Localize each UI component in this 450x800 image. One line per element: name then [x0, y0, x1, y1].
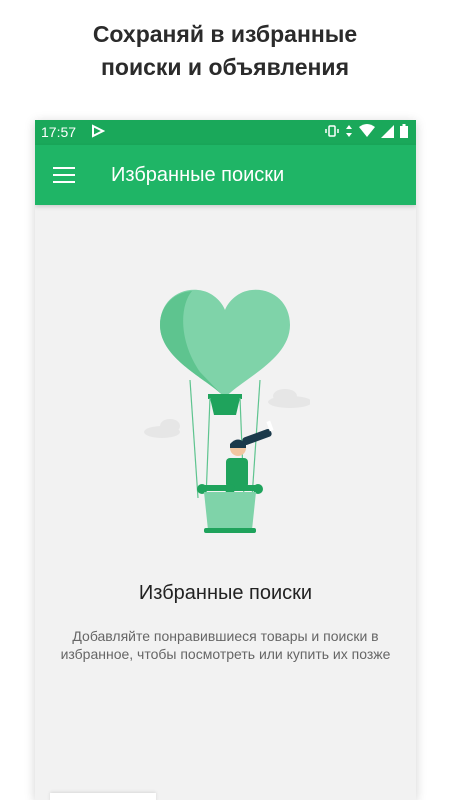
empty-state-description: Добавляйте понравившиеся товары и поиски… — [60, 628, 391, 662]
app-bar-title: Избранные поиски — [111, 164, 285, 186]
data-arrows-icon — [345, 124, 353, 141]
menu-icon[interactable] — [53, 167, 75, 183]
phone-screen: 17:57 Избранные поиски Избранные поиски … — [35, 120, 416, 800]
status-time: 17:57 — [41, 124, 77, 140]
promo-header: Сохраняй в избранные поиски и объявления — [0, 18, 450, 84]
heart-balloon-icon — [160, 289, 290, 415]
bottom-card-edge — [50, 793, 156, 800]
promo-line-1: Сохраняй в избранные — [92, 21, 358, 47]
signal-icon — [381, 124, 394, 141]
wifi-icon — [359, 124, 375, 141]
status-icons — [325, 124, 408, 141]
play-icon — [91, 124, 106, 141]
person-with-telescope-icon — [226, 420, 274, 488]
battery-icon — [400, 124, 408, 141]
basket-icon — [197, 484, 263, 533]
cloud-left-icon — [144, 419, 180, 438]
promo-line-2: поиски и объявления — [101, 54, 349, 80]
cloud-right-icon — [268, 389, 310, 408]
balloon-illustration — [144, 289, 310, 533]
empty-state-title: Избранные поиски — [138, 582, 313, 604]
status-bar: 17:57 — [35, 120, 416, 145]
vibrate-icon — [325, 124, 339, 141]
app-bar: Избранные поиски — [35, 145, 416, 205]
